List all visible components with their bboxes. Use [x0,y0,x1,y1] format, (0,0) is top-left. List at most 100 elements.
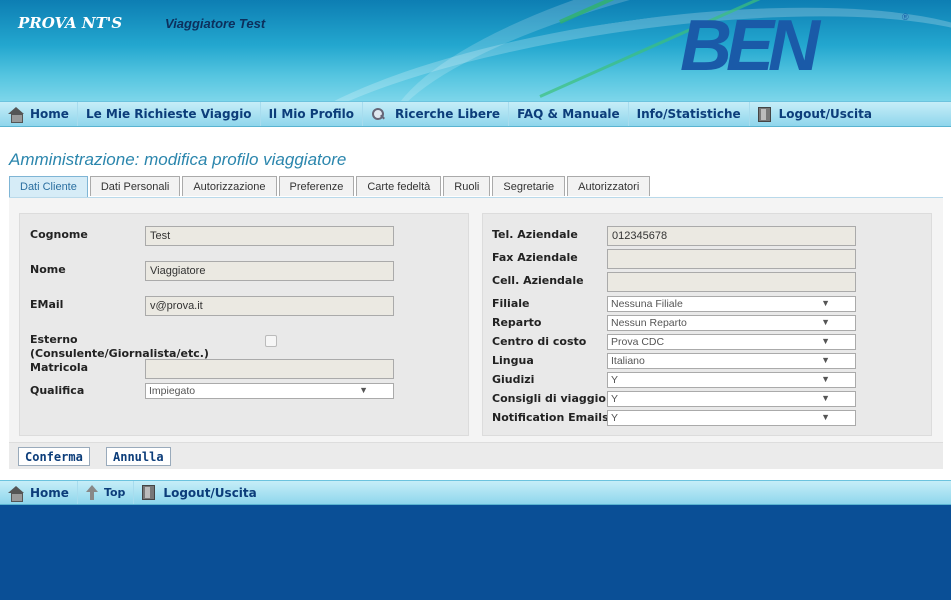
dropdown-arrow-icon: ▼ [821,336,830,346]
cdc-value: Prova CDC [611,336,665,348]
tab-ruoli[interactable]: Ruoli [443,176,491,196]
house-icon [8,107,24,123]
giudizi-value: Y [611,374,619,386]
fax-label: Fax Aziendale [492,251,578,264]
tab-autorizzazione[interactable]: Autorizzazione [182,176,277,196]
consigli-select[interactable]: Y ▼ [607,391,856,407]
filiale-value: Nessuna Filiale [611,298,683,310]
nome-field[interactable]: Viaggiatore [145,261,394,281]
bottom-nav-logout-label: Logout/Uscita [163,485,257,500]
qualifica-label: Qualifica [30,384,85,397]
reparto-select[interactable]: Nessun Reparto ▼ [607,315,856,331]
nome-label: Nome [30,263,66,276]
matricola-label: Matricola [30,361,89,374]
dropdown-arrow-icon: ▼ [359,385,368,395]
footer-area [0,505,951,600]
main-content: Amministrazione: modifica profilo viaggi… [0,127,951,480]
lingua-label: Lingua [492,354,534,367]
nav-my-profile[interactable]: Il Mio Profilo [261,102,364,126]
nav-faq[interactable]: FAQ & Manuale [509,102,629,126]
qualifica-value: Impiegato [149,385,196,397]
tab-bar: Dati Cliente Dati Personali Autorizzazio… [9,176,652,197]
tab-preferenze[interactable]: Preferenze [278,176,355,196]
reparto-value: Nessun Reparto [611,317,687,329]
nav-logout-label: Logout/Uscita [778,107,872,121]
door-icon [757,106,771,122]
user-name: Viaggiatore Test [165,16,266,31]
tab-segretarie[interactable]: Segretarie [492,176,566,196]
door-icon [142,485,156,500]
nav-info-stats[interactable]: Info/Statistiche [629,102,750,126]
tab-dati-personali[interactable]: Dati Personali [89,176,181,196]
dropdown-arrow-icon: ▼ [821,393,830,403]
nav-faq-label: FAQ & Manuale [517,107,620,121]
notification-emails-value: Y [611,412,619,424]
tab-carte-fedelta[interactable]: Carte fedeltà [356,176,442,196]
cdc-label: Centro di costo [492,335,587,348]
tel-field[interactable]: 012345678 [607,226,856,246]
nav-free-search-label: Ricerche Libere [395,107,501,121]
cancel-button[interactable]: Annulla [106,447,171,466]
house-icon [8,485,24,502]
dropdown-arrow-icon: ▼ [821,317,830,327]
ben-logo: BEN ® [680,8,909,78]
bottom-nav-top[interactable]: Top [78,481,135,504]
bottom-nav-home-label: Home [30,485,69,500]
qualifica-select[interactable]: Impiegato ▼ [145,383,394,399]
nav-logout[interactable]: Logout/Uscita [750,102,880,126]
email-label: EMail [30,298,64,311]
nav-home[interactable]: Home [0,102,78,126]
giudizi-label: Giudizi [492,373,535,386]
consigli-value: Y [611,393,619,405]
cell-field[interactable] [607,272,856,292]
confirm-button[interactable]: Conferma [18,447,90,466]
header-banner: PROVA NT'S Viaggiatore Test BEN ® [0,0,951,101]
cell-label: Cell. Aziendale [492,274,584,287]
filiale-label: Filiale [492,297,530,310]
bottom-navigation: Home Top Logout/Uscita [0,480,951,505]
nav-free-search[interactable]: Ricerche Libere [363,102,510,126]
lingua-value: Italiano [611,355,645,367]
magnifier-icon [371,107,385,121]
dropdown-arrow-icon: ▼ [821,412,830,422]
notification-emails-label: Notification Emails [492,411,609,424]
dropdown-arrow-icon: ▼ [821,374,830,384]
form-container: Cognome Test Nome Viaggiatore EMail v@pr… [9,197,943,442]
top-navigation: Home Le Mie Richieste Viaggio Il Mio Pro… [0,101,951,127]
nav-home-label: Home [30,107,69,121]
filiale-select[interactable]: Nessuna Filiale ▼ [607,296,856,312]
tab-autorizzatori[interactable]: Autorizzatori [567,176,651,196]
tab-dati-cliente[interactable]: Dati Cliente [9,176,88,197]
esterno-label: Esterno [30,333,78,346]
dropdown-arrow-icon: ▼ [821,355,830,365]
nav-my-travel-requests[interactable]: Le Mie Richieste Viaggio [78,102,261,126]
bottom-nav-home[interactable]: Home [0,481,78,504]
cognome-label: Cognome [30,228,88,241]
lingua-select[interactable]: Italiano ▼ [607,353,856,369]
reparto-label: Reparto [492,316,542,329]
logo-text: BEN [680,8,822,78]
page-title: Amministrazione: modifica profilo viaggi… [9,150,347,169]
bottom-nav-top-label: Top [103,486,126,499]
esterno-checkbox[interactable] [265,335,277,347]
fax-field[interactable] [607,249,856,269]
notification-emails-select[interactable]: Y ▼ [607,410,856,426]
brand-name: PROVA NT'S [18,14,123,32]
giudizi-select[interactable]: Y ▼ [607,372,856,388]
bottom-nav-logout[interactable]: Logout/Uscita [134,481,264,504]
cdc-select[interactable]: Prova CDC ▼ [607,334,856,350]
nav-my-profile-label: Il Mio Profilo [268,107,355,121]
arrow-up-icon [85,484,98,501]
nav-my-travel-requests-label: Le Mie Richieste Viaggio [85,107,252,121]
right-form-panel: Tel. Aziendale 012345678 Fax Aziendale C… [482,213,932,436]
left-form-panel: Cognome Test Nome Viaggiatore EMail v@pr… [19,213,469,436]
matricola-field[interactable] [145,359,394,379]
tel-label: Tel. Aziendale [492,228,578,241]
registered-mark-icon: ® [902,12,909,22]
consigli-label: Consigli di viaggio [492,392,606,405]
email-field[interactable]: v@prova.it [145,296,394,316]
nav-info-stats-label: Info/Statistiche [636,107,741,121]
cognome-field[interactable]: Test [145,226,394,246]
button-bar: Conferma Annulla [9,442,943,469]
dropdown-arrow-icon: ▼ [821,298,830,308]
